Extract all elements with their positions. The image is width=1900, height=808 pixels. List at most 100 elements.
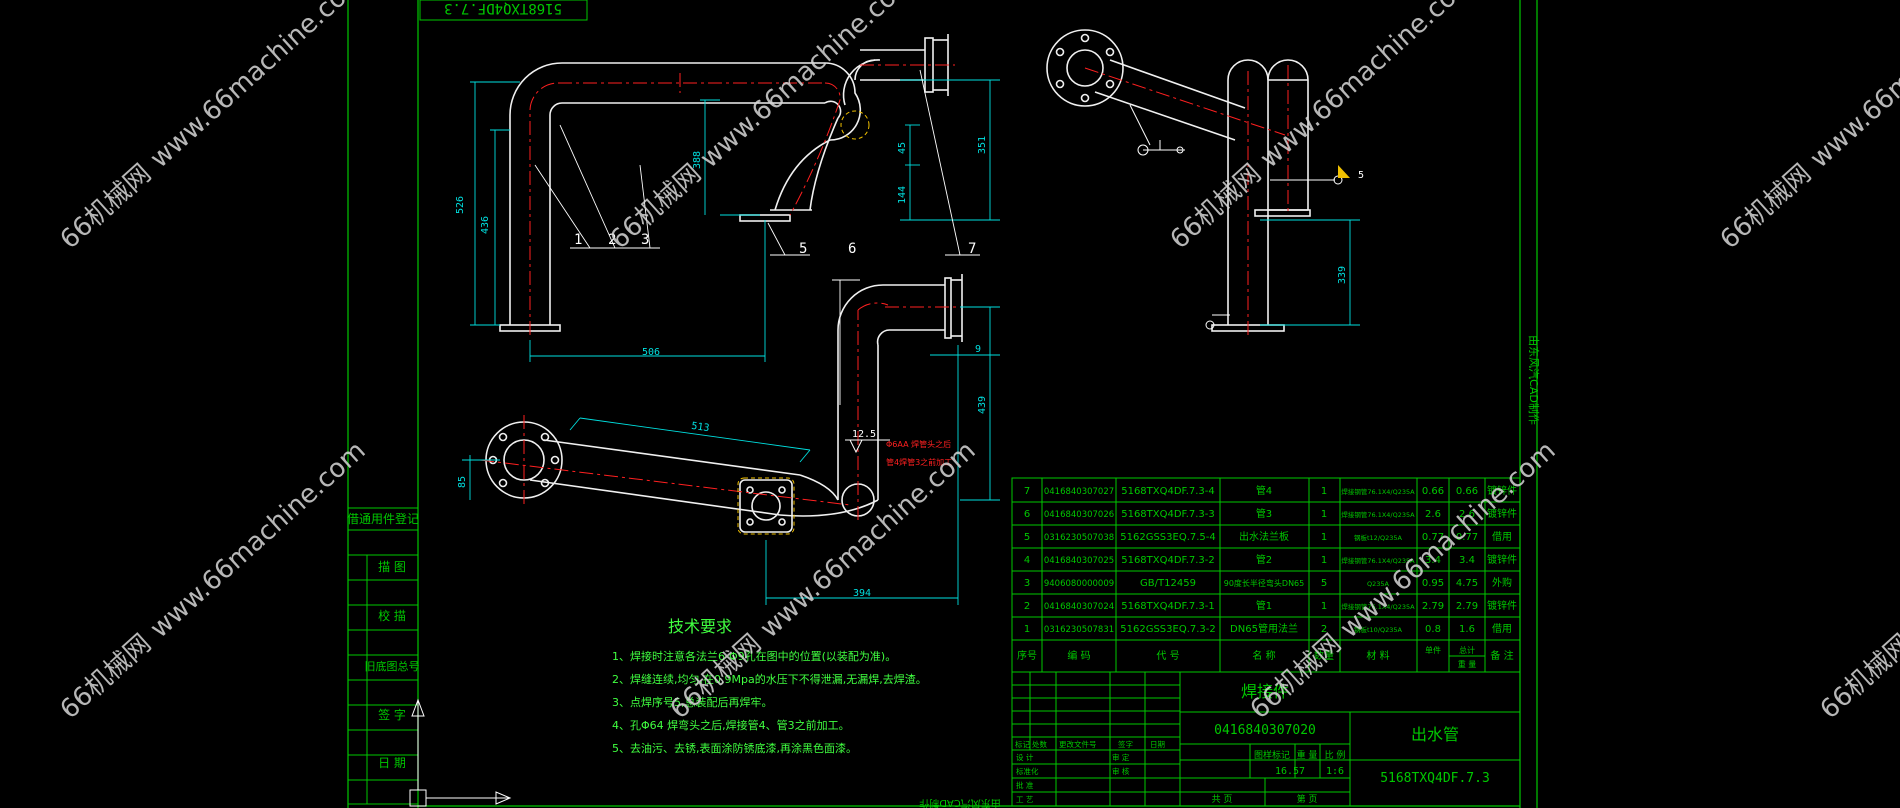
bom-cell-name: 出水法兰板 (1239, 530, 1289, 543)
axis-marker (409, 698, 512, 807)
bom-header: 编 码 (1067, 649, 1090, 662)
dim-label: 439 (977, 396, 988, 414)
watermark-cn: 66机械网 (55, 629, 158, 726)
tech-requirement-item: 5、去油污、去锈,表面涂防锈底漆,再涂黑色面漆。 (612, 741, 857, 755)
tech-requirement-item: 4、孔Φ64 焊弯头之后,焊接管4、管3之前加工。 (612, 718, 850, 732)
watermark-url: www.66machine.com (695, 0, 922, 174)
bom-cell-drawing: 5168TXQ4DF.7.3-4 (1121, 486, 1215, 497)
bom-cell-code: 9406080000009 (1044, 579, 1114, 589)
bom-cell-qty: 5 (1321, 578, 1327, 589)
watermark-text: 66机械网www.66machine.com (1165, 0, 1482, 255)
balloon-number: 7 (968, 241, 976, 257)
dim-label: 339 (1337, 266, 1348, 284)
watermark-text: 66机械网www.66machine.com (605, 0, 922, 255)
bom-cell-name: 管1 (1256, 599, 1272, 612)
left-table-label: 日 期 (378, 756, 406, 770)
title-drawing-no: 5168TXQ4DF.7.3 (1380, 771, 1490, 786)
bom-cell-drawing: 5168TXQ4DF.7.3-3 (1121, 509, 1215, 520)
bom-cell-code: 0416840307027 (1044, 487, 1114, 497)
bom-cell-no: 5 (1024, 532, 1030, 543)
dim-label: 45 (897, 142, 908, 154)
bom-header: 材 料 (1366, 649, 1389, 662)
dim-label: 526 (455, 196, 466, 214)
left-table-label: 描 图 (378, 560, 406, 574)
bom-cell-material: 焊接钢管76.1X4/Q235A (1341, 487, 1415, 496)
bom-cell-name: 管3 (1256, 507, 1272, 520)
bom-header: 代 号 (1156, 650, 1179, 662)
bom-cell-material: 钢板t12/Q235A (1354, 533, 1403, 542)
tech-requirement-item: 2、焊缝连续,均匀,在0.9Mpa的水压下不得泄漏,无漏焊,去焊渣。 (612, 672, 927, 686)
revision-label: 更改文件号 (1059, 739, 1097, 749)
bom-cell-material: 焊接钢管76.1X4/Q235A (1341, 510, 1415, 519)
weld-note: Φ6AA 焊管头之后 (886, 439, 951, 449)
bom-header: 名 称 (1252, 649, 1275, 662)
bom-cell-code: 0316230507831 (1044, 625, 1114, 635)
bom-cell-code: 0416840307024 (1044, 602, 1114, 612)
revision-label: 处数 (1032, 739, 1048, 749)
left-table-label: 校 描 (378, 608, 406, 623)
balloon-number: 5 (799, 241, 807, 257)
bom-cell-no: 7 (1024, 486, 1030, 497)
sign-label: 审 定 (1112, 752, 1130, 762)
bom-cell-drawing: 5162GSS3EQ.7.5-4 (1120, 532, 1216, 543)
bom-header: 备 注 (1490, 649, 1513, 662)
watermark-url: www.66machine.com (1805, 0, 1900, 174)
bom-cell-drawing: 5168TXQ4DF.7.3-1 (1121, 601, 1215, 612)
bom-cell-qty: 1 (1321, 601, 1327, 612)
dim-label: 85 (457, 476, 468, 488)
bom-cell-code: 0416840307026 (1044, 510, 1114, 520)
bom-cell-no: 6 (1024, 509, 1030, 520)
bom-table (1011, 477, 1521, 673)
watermark-url: www.66machine.com (1255, 0, 1482, 174)
bom-weight-header: 重 量 (1458, 659, 1477, 669)
title-scale: 1:6 (1326, 766, 1344, 777)
view3-side-view: 339 5 (1046, 29, 1364, 335)
left-table-label: 借通用件登记 (347, 511, 419, 526)
left-table-label: 旧底图总号 (365, 659, 420, 673)
watermark-text: 66机械网www.66machine.com (1715, 0, 1900, 255)
bom-cell-total: 1.6 (1459, 624, 1475, 635)
bom-rows: 7 0416840307027 5168TXQ4DF.7.3-4 管4 1 焊接钢管76.… (1017, 484, 1517, 669)
sign-label: 设 计 (1016, 752, 1034, 762)
dim-label: 436 (480, 216, 491, 234)
bom-cell-remark: 借用 (1492, 531, 1512, 543)
bom-cell-unit: 0.66 (1422, 486, 1444, 497)
bom-cell-name: 管4 (1256, 484, 1272, 497)
dim-label: 144 (897, 186, 908, 204)
bom-cell-unit: 2.6 (1425, 509, 1441, 520)
bom-cell-qty: 1 (1321, 509, 1327, 520)
bom-header: 总计 (1459, 645, 1475, 655)
bom-cell-remark: 镀锌件 (1487, 553, 1517, 566)
sign-label: 审 核 (1112, 766, 1130, 776)
watermark-url: www.66machine.com (755, 436, 982, 645)
dim-label: 394 (853, 588, 871, 599)
bom-cell-code: 0416840307025 (1044, 556, 1114, 566)
watermark-text: 66机械网www.66machine.com (1815, 436, 1900, 726)
bom-cell-no: 3 (1024, 578, 1030, 589)
weld-flag-icon (1338, 165, 1350, 178)
watermark-cn: 66机械网 (1165, 159, 1268, 256)
sheet-label: 共 页 (1212, 794, 1233, 805)
bom-cell-remark: 外购 (1492, 576, 1512, 589)
dim-label: 513 (691, 421, 710, 434)
watermark-url: www.66machine.com (145, 0, 372, 174)
weld-symbol-value: 12.5 (852, 429, 876, 440)
bom-cell-code: 0316230507038 (1044, 533, 1114, 543)
bom-cell-unit: 2.79 (1422, 601, 1444, 612)
sheet-label: 第 页 (1297, 793, 1318, 805)
sign-label: 批 准 (1016, 780, 1034, 790)
watermark-cn: 66机械网 (55, 159, 158, 256)
bom-cell-drawing: 5168TXQ4DF.7.3-2 (1121, 555, 1215, 566)
watermark-text: 66机械网www.66machine.com (55, 0, 372, 255)
sign-label: 标准化 (1016, 766, 1039, 776)
bom-cell-qty: 1 (1321, 486, 1327, 497)
bom-cell-qty: 1 (1321, 532, 1327, 543)
side-label: 由东风汽CAD制作 (1527, 335, 1541, 425)
bom-cell-no: 1 (1024, 624, 1030, 635)
bom-cell-total: 3.4 (1459, 555, 1475, 566)
title-part-name: 出水管 (1411, 725, 1459, 744)
bom-cell-total: 2.79 (1456, 601, 1478, 612)
bom-cell-drawing: GB/T12459 (1140, 578, 1196, 589)
view1-front-view: 506 526 436 388 351 45 144 1 2 3 5 6 7 (455, 34, 1000, 405)
dim-label: 506 (642, 347, 660, 358)
